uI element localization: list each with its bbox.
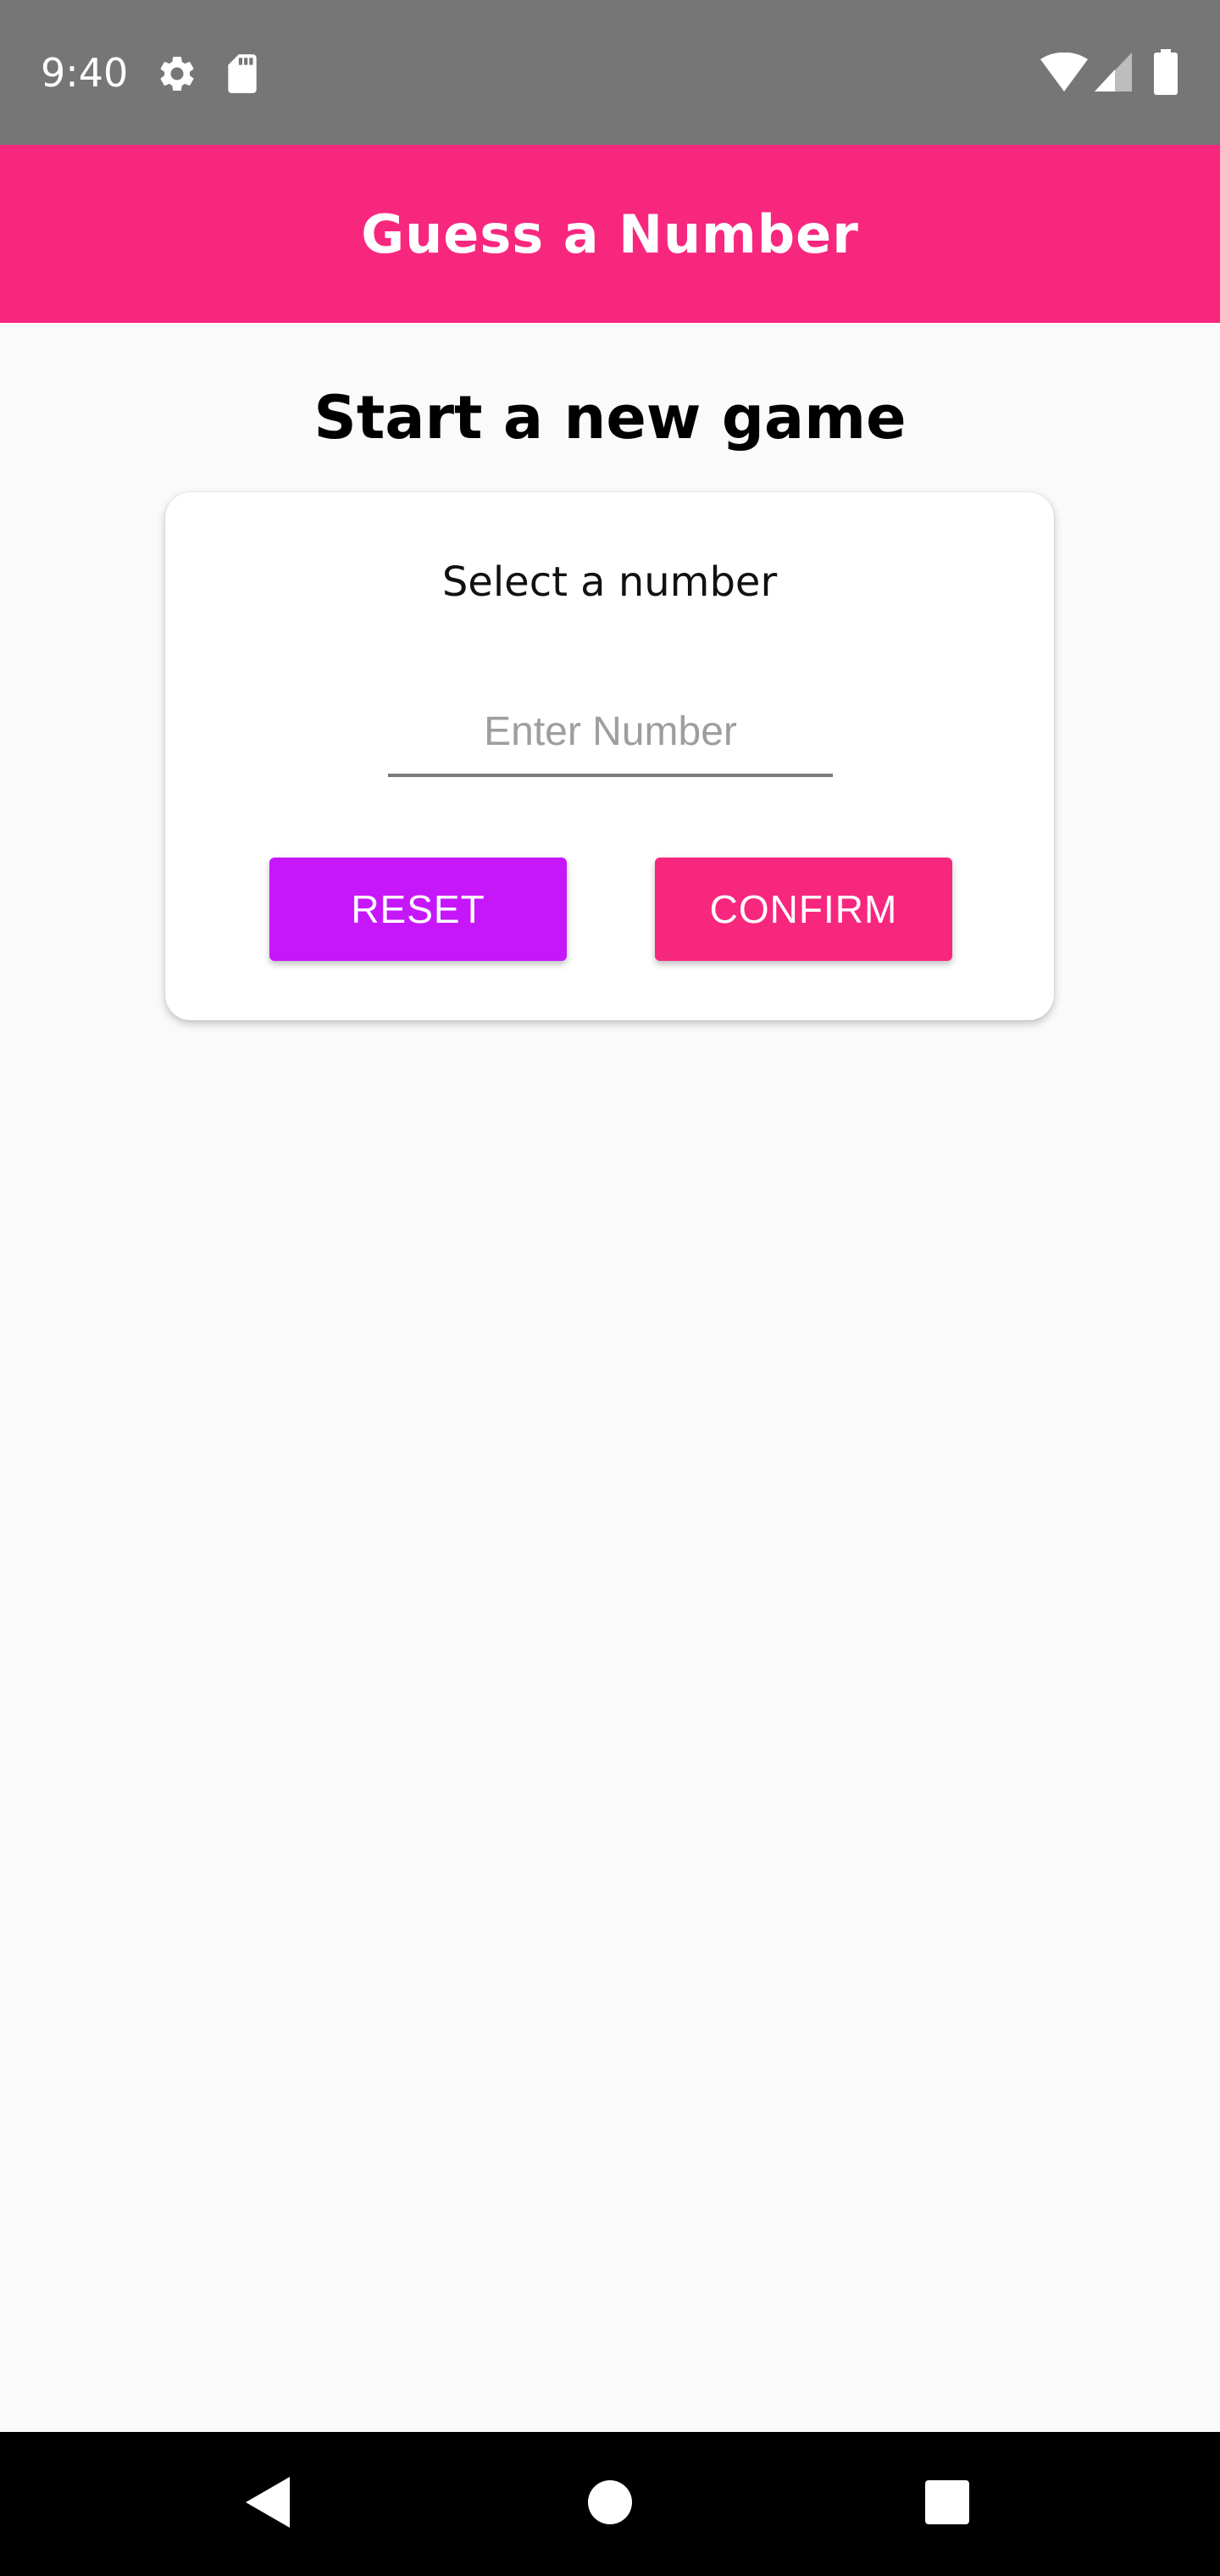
sd-card-icon: [224, 53, 261, 99]
app-title: Guess a Number: [361, 203, 859, 265]
confirm-button[interactable]: CONFIRM: [655, 858, 952, 961]
recents-button[interactable]: [875, 2432, 1019, 2576]
recents-icon: [925, 2479, 969, 2529]
page-title: Start a new game: [313, 383, 907, 452]
navigation-bar: [0, 2432, 1220, 2576]
status-bar: 9:40: [0, 0, 1220, 145]
status-time: 9:40: [41, 50, 129, 96]
signal-icon: [1095, 53, 1132, 96]
back-icon: [246, 2476, 293, 2532]
battery-icon: [1154, 49, 1178, 99]
select-number-label: Select a number: [441, 558, 778, 606]
home-button[interactable]: [538, 2432, 682, 2576]
reset-button[interactable]: RESET: [269, 858, 567, 961]
wifi-icon: [1040, 52, 1088, 96]
number-input-card: Select a number RESET CONFIRM: [165, 492, 1054, 1020]
gear-icon: [156, 53, 198, 99]
home-icon: [588, 2479, 632, 2529]
app-bar: Guess a Number: [0, 145, 1220, 323]
number-input[interactable]: [388, 689, 833, 777]
back-button[interactable]: [197, 2432, 341, 2576]
